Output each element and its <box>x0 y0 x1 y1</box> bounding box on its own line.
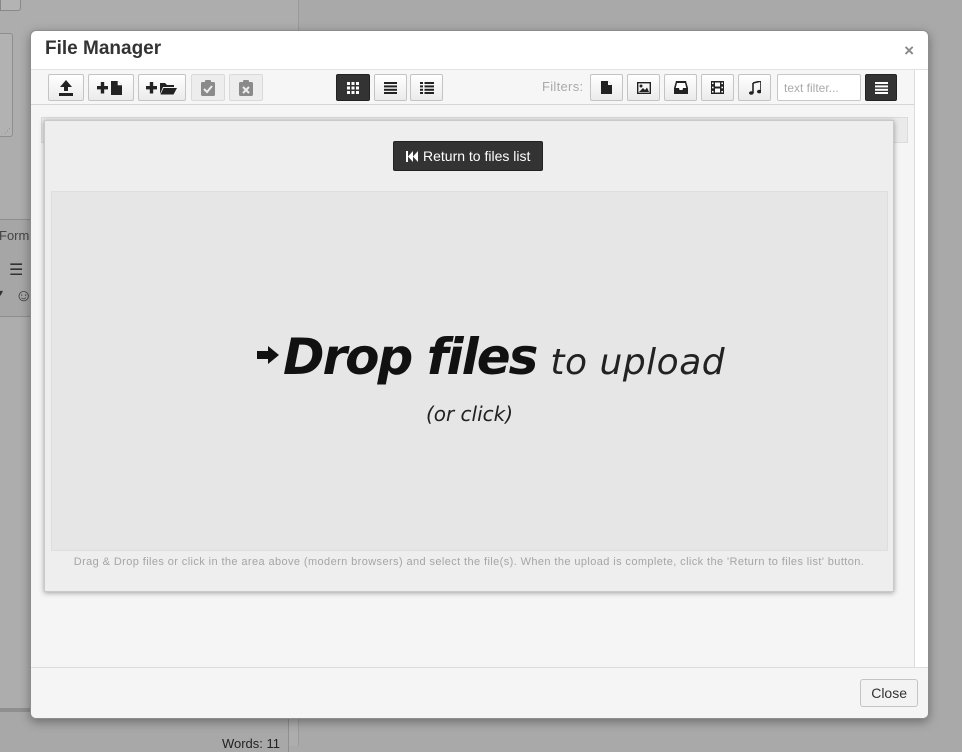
text-filter-input[interactable] <box>777 74 861 101</box>
close-icon[interactable]: × <box>904 42 914 59</box>
background-dropdown <box>0 0 21 11</box>
sort-menu-button[interactable] <box>865 74 897 101</box>
film-icon <box>711 81 724 94</box>
inbox-icon <box>673 81 688 94</box>
to-upload-text: to upload <box>550 342 726 383</box>
arrow-right-icon <box>257 346 279 364</box>
word-count: Words: 11 <box>221 736 280 751</box>
return-to-files-list-button[interactable]: Return to files list <box>393 141 544 171</box>
file-icon <box>601 81 612 94</box>
columns-view-button[interactable] <box>410 74 443 101</box>
fast-backward-icon <box>406 150 418 162</box>
upload-panel: Return to files list Drop files to uploa… <box>44 120 894 592</box>
modal-header: File Manager × <box>31 31 928 70</box>
clipboard-x-icon <box>239 79 253 96</box>
menu-icon <box>874 81 888 94</box>
plus-file-icon <box>97 80 122 95</box>
background-textarea: ⋰ <box>0 33 13 137</box>
dropzone[interactable]: Drop files to upload (or click) <box>51 191 888 551</box>
image-icon <box>636 81 651 94</box>
caret-down-icon: ▾ <box>0 288 4 299</box>
filter-images-button[interactable] <box>627 74 660 101</box>
drop-heading: Drop files to upload <box>257 328 725 386</box>
align-center-icon: ☰ <box>9 262 24 279</box>
new-folder-button[interactable] <box>138 74 186 101</box>
music-icon <box>748 80 761 95</box>
modal-body: Filters: text filter... Return to files … <box>31 70 915 667</box>
resize-handle-icon: ⋰ <box>4 128 11 135</box>
return-button-label: Return to files list <box>423 148 531 164</box>
clipboard-check-icon <box>201 79 215 96</box>
plus-folder-icon <box>146 81 177 94</box>
grid-icon <box>347 81 359 94</box>
grid-view-button[interactable] <box>336 74 370 101</box>
new-file-button[interactable] <box>88 74 134 101</box>
close-button[interactable]: Close <box>860 679 918 707</box>
modal-title: File Manager <box>45 38 162 59</box>
format-dropdown-label: Form <box>0 228 30 243</box>
upload-help-text: Drag & Drop files or click in the area a… <box>73 556 865 568</box>
filters-label: Filters: <box>542 79 584 94</box>
clear-clipboard-button[interactable] <box>229 74 263 101</box>
upload-icon <box>59 79 73 96</box>
filter-archives-button[interactable] <box>664 74 697 101</box>
file-manager-modal: File Manager × Filters: text filter... R… <box>30 30 929 719</box>
list-view-button[interactable] <box>374 74 407 101</box>
filter-files-button[interactable] <box>590 74 623 101</box>
list-icon <box>384 81 397 94</box>
paste-button[interactable] <box>191 74 225 101</box>
columns-list-icon <box>419 81 434 94</box>
or-click-text: (or click) <box>425 402 514 426</box>
file-manager-toolbar: Filters: <box>31 70 914 105</box>
filter-videos-button[interactable] <box>701 74 734 101</box>
drop-files-text: Drop files <box>283 328 538 386</box>
upload-button[interactable] <box>48 74 84 101</box>
modal-footer: Close <box>31 667 928 718</box>
filter-music-button[interactable] <box>738 74 771 101</box>
